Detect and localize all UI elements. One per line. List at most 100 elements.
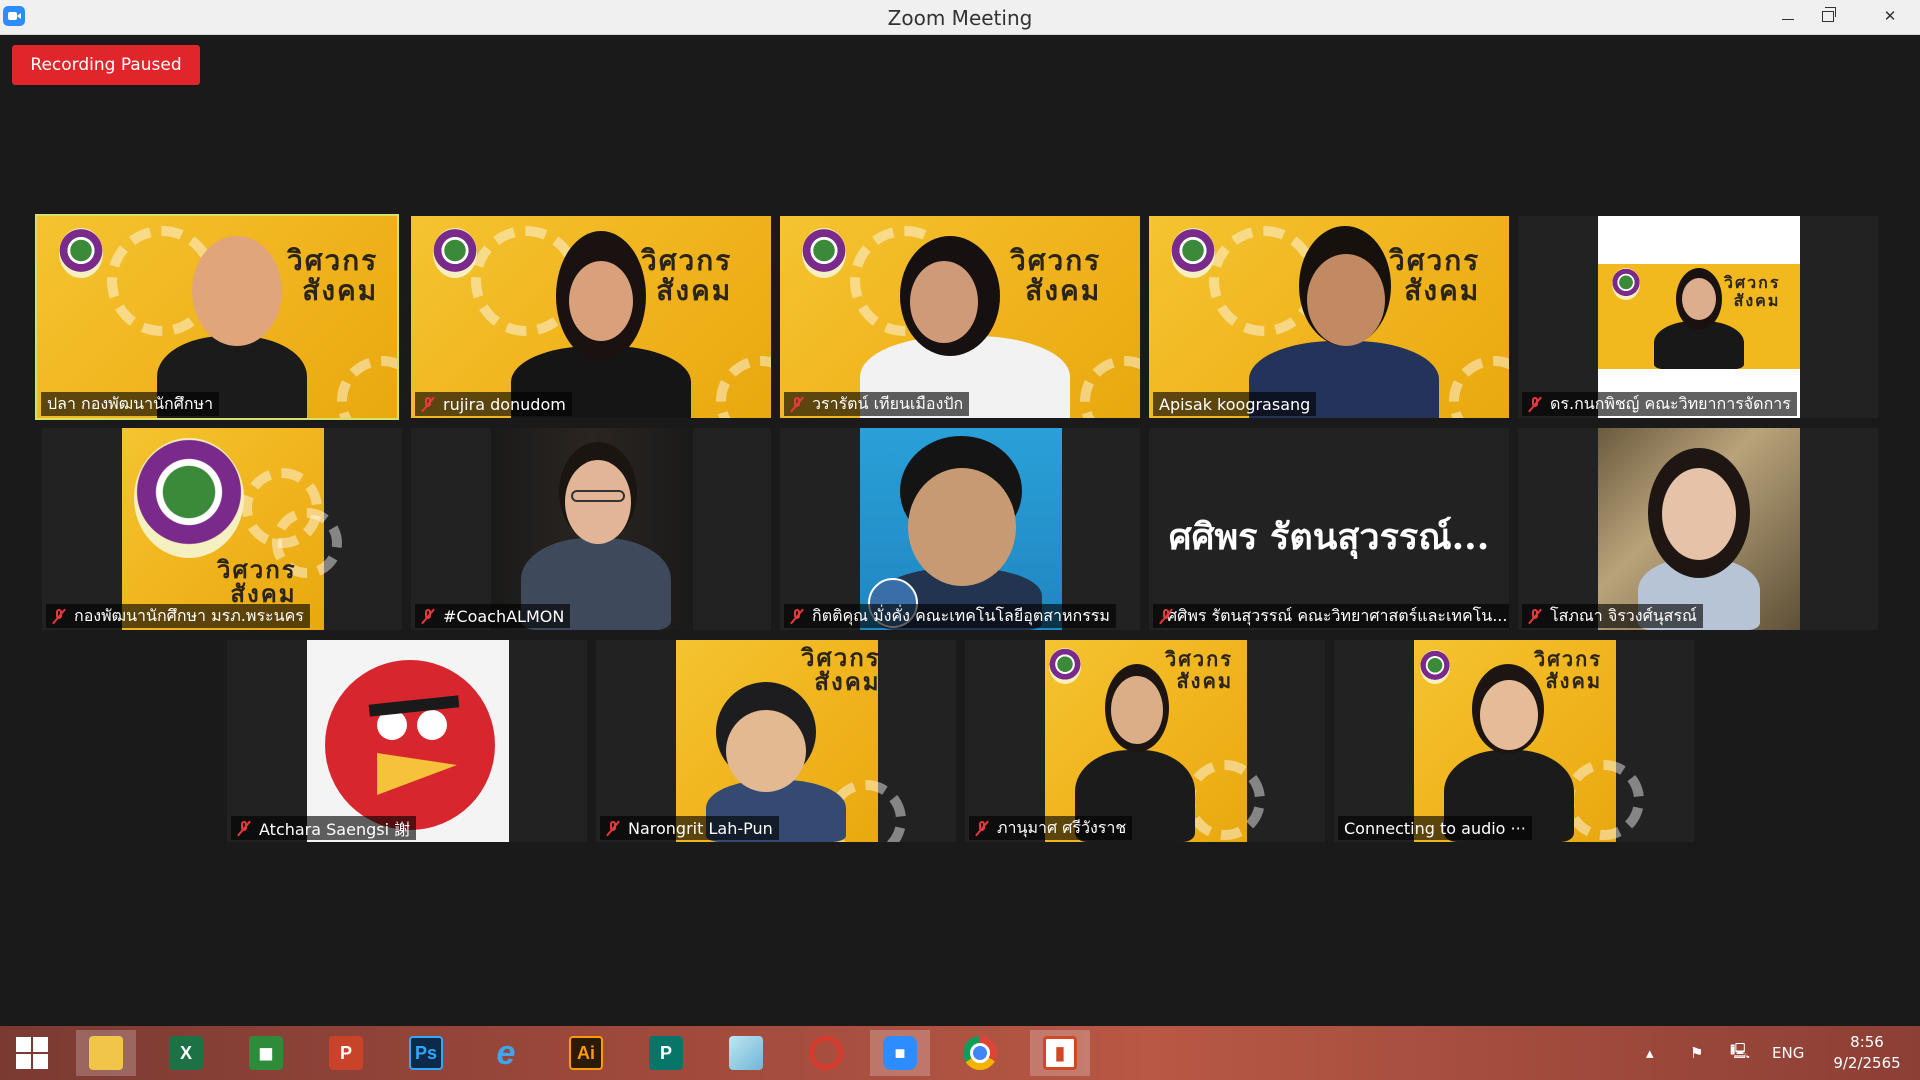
participant-tile[interactable]: วิศวกร สังคม วรารัตน์ เทียนเมืองปัก <box>780 216 1140 418</box>
taskbar-eraser-app[interactable] <box>716 1030 776 1076</box>
participant-name-tag: กิตติคุณ มั่งคั่ง คณะเทคโนโลยีอุตสาหกรรม <box>784 604 1116 628</box>
muted-microphone-icon <box>1528 608 1542 624</box>
person-head <box>910 261 978 343</box>
taskbar-excel[interactable]: X <box>156 1030 216 1076</box>
university-seal-logo <box>1049 648 1081 684</box>
taskbar-photoscape[interactable] <box>796 1030 856 1076</box>
photoshop-icon: Ps <box>409 1036 443 1070</box>
university-seal-logo <box>134 438 244 558</box>
participant-tile[interactable]: วิศวกร สังคม ดร.กนกพิชญ์ คณะวิทยาการจัดกา… <box>1518 216 1878 418</box>
taskbar-store[interactable]: ◼ <box>236 1030 296 1076</box>
maximize-button[interactable] <box>1804 0 1852 32</box>
eraser-icon <box>729 1036 763 1070</box>
participant-name-tag: rujira donudom <box>415 392 572 416</box>
participant-name-tag: Apisak koograsang <box>1153 392 1317 416</box>
university-seal-logo <box>1612 268 1640 300</box>
university-seal-logo <box>1420 650 1450 684</box>
illustrator-icon: Ai <box>569 1036 603 1070</box>
university-seal-logo <box>59 228 103 278</box>
minimize-icon <box>1782 18 1794 20</box>
person-head <box>1662 468 1736 560</box>
windows-start-icon <box>16 1037 48 1069</box>
presentation-icon: ▮ <box>1043 1036 1077 1070</box>
participant-name-tag: Connecting to audio ··· <box>1338 816 1532 840</box>
participant-video: วิศวกร สังคม <box>676 640 906 842</box>
participant-tile[interactable]: วิศวกร สังคม Connecting to audio ··· <box>1334 640 1694 842</box>
system-clock[interactable]: 8:56 9/2/2565 <box>1822 1032 1912 1074</box>
taskbar-illustrator[interactable]: Ai <box>556 1030 616 1076</box>
store-icon: ◼ <box>249 1036 283 1070</box>
gear-decoration <box>1449 356 1509 418</box>
university-seal-logo <box>433 228 477 278</box>
participant-tile[interactable]: กิตติคุณ มั่งคั่ง คณะเทคโนโลยีอุตสาหกรรม <box>780 428 1140 630</box>
participant-tile[interactable]: ศศิพร รัตนสุวรรณ์... ศศิพร รัตนสุวรรณ์ ค… <box>1149 428 1509 630</box>
person-head <box>1307 254 1385 346</box>
person-head <box>908 468 1016 586</box>
participant-video: วิศวกร สังคม <box>411 216 771 418</box>
close-button[interactable]: ✕ <box>1860 0 1920 32</box>
person-head <box>726 710 806 792</box>
taskbar-powerpoint[interactable]: P <box>316 1030 376 1076</box>
university-seal-logo <box>802 228 846 278</box>
muted-microphone-icon <box>421 608 435 624</box>
participant-tile[interactable]: วิศวกร สังคม Apisak koograsang <box>1149 216 1509 418</box>
gear-decoration <box>1185 760 1265 840</box>
banner-text: วิศวกร สังคม <box>641 244 733 307</box>
banner-text: วิศวกร สังคม <box>801 644 881 696</box>
network-status[interactable]: 🖳 <box>1730 1026 1750 1080</box>
participant-tile[interactable]: วิศวกร สังคม ปลา กองพัฒนานักศึกษา <box>35 214 399 420</box>
internet-explorer-icon: e <box>496 1033 516 1072</box>
person-head <box>1682 278 1716 320</box>
participant-name-tag: โสภณา จิรวงศ์นุสรณ์ <box>1522 604 1703 628</box>
start-button[interactable] <box>2 1030 62 1076</box>
taskbar-publisher[interactable]: P <box>636 1030 696 1076</box>
taskbar-photoshop[interactable]: Ps <box>396 1030 456 1076</box>
gear-decoration <box>1564 760 1644 840</box>
gear-decoration <box>1080 356 1140 418</box>
participant-tile[interactable]: วิศวกร สังคม Narongrit Lah-Pun <box>596 640 956 842</box>
participant-display-name: ศศิพร รัตนสุวรรณ์... <box>1168 516 1490 558</box>
participant-name-tag: ศศิพร รัตนสุวรรณ์ คณะวิทยาศาสตร์และเทคโน… <box>1153 604 1509 628</box>
chrome-icon <box>963 1036 997 1070</box>
muted-microphone-icon <box>790 608 804 624</box>
university-seal-logo <box>1171 228 1215 278</box>
person-head <box>192 236 282 346</box>
participant-name-tag: #CoachALMON <box>415 604 571 628</box>
participant-video: วิศวกร สังคม <box>1045 640 1265 842</box>
taskbar-presentation-app[interactable]: ▮ <box>1030 1030 1090 1076</box>
person-head <box>1111 676 1163 744</box>
photoscape-icon <box>809 1036 843 1070</box>
banner-text: วิศวกร สังคม <box>287 244 379 307</box>
person-head <box>565 460 631 544</box>
participant-tile[interactable]: #CoachALMON <box>411 428 771 630</box>
participant-video: วิศวกร สังคม <box>37 216 397 418</box>
person-head <box>569 261 633 341</box>
taskbar-zoom[interactable]: ■ <box>870 1030 930 1076</box>
input-language[interactable]: ENG <box>1772 1026 1804 1080</box>
action-center-flag[interactable]: ⚑ <box>1690 1026 1703 1080</box>
taskbar-chrome[interactable] <box>950 1030 1010 1076</box>
participant-video: วิศวกร สังคม <box>1149 216 1509 418</box>
participant-tile[interactable]: วิศวกร สังคม ภานุมาศ ศรีวังราช <box>965 640 1325 842</box>
restore-icon <box>1822 6 1836 22</box>
participant-tile[interactable]: วิศวกร สังคม rujira donudom <box>411 216 771 418</box>
clock-time: 8:56 <box>1850 1033 1884 1051</box>
participant-name-tag: ดร.กนกพิชญ์ คณะวิทยาการจัดการ <box>1522 392 1797 416</box>
recording-status-button[interactable]: Recording Paused <box>12 45 200 85</box>
taskbar-file-explorer[interactable] <box>76 1030 136 1076</box>
participant-tile[interactable]: Atchara Saengsi 謝 <box>227 640 587 842</box>
banner-text: วิศวกร สังคม <box>1010 244 1102 307</box>
banner-text: วิศวกร สังคม <box>1534 647 1603 693</box>
taskbar-internet-explorer[interactable]: e <box>476 1030 536 1076</box>
participant-tile[interactable]: โสภณา จิรวงศ์นุสรณ์ <box>1518 428 1878 630</box>
close-icon: ✕ <box>1883 7 1897 25</box>
participant-video <box>307 640 509 842</box>
chevron-up-icon: ▴ <box>1646 1044 1654 1062</box>
clock-date: 9/2/2565 <box>1833 1054 1901 1072</box>
participant-tile[interactable]: วิศวกร สังคม กองพัฒนานักศึกษา มรภ.พระนคร <box>42 428 402 630</box>
tray-overflow-button[interactable]: ▴ <box>1646 1026 1654 1080</box>
network-icon: 🖳 <box>1730 1041 1751 1060</box>
participant-video: วิศวกร สังคม <box>1414 640 1644 842</box>
participant-name-tag: Atchara Saengsi 謝 <box>231 816 417 840</box>
participant-video: วิศวกร สังคม <box>1598 216 1800 418</box>
